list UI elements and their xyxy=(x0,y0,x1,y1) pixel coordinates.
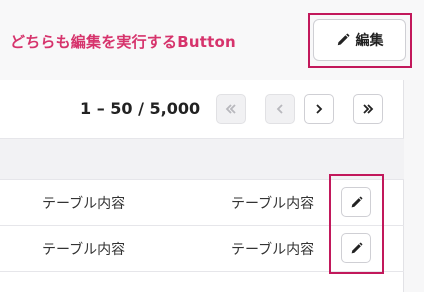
first-page-button[interactable] xyxy=(216,94,246,124)
edit-button[interactable]: 編集 xyxy=(313,19,406,61)
chevron-right-icon xyxy=(312,102,326,116)
table-cell: テーブル内容 xyxy=(42,196,126,212)
double-chevron-left-icon xyxy=(224,102,238,116)
edit-button-label: 編集 xyxy=(355,33,384,49)
annotation-label: どちらも編集を実行するButton xyxy=(10,33,236,51)
table-cell: テーブル内容 xyxy=(231,242,315,258)
highlight-frame-rows xyxy=(329,174,384,274)
prev-page-button[interactable] xyxy=(265,94,295,124)
page-range-text: 1 – 50 / 5,000 xyxy=(80,99,201,118)
chevron-left-icon xyxy=(273,102,287,116)
table-cell: テーブル内容 xyxy=(231,196,315,212)
table-cell: テーブル内容 xyxy=(42,242,126,258)
pagination-bar: 1 – 50 / 5,000 xyxy=(0,80,404,138)
last-page-button[interactable] xyxy=(353,94,383,124)
pencil-icon xyxy=(336,33,350,47)
top-area: どちらも編集を実行するButton 編集 xyxy=(0,0,424,80)
double-chevron-right-icon xyxy=(361,102,375,116)
next-page-button[interactable] xyxy=(304,94,334,124)
